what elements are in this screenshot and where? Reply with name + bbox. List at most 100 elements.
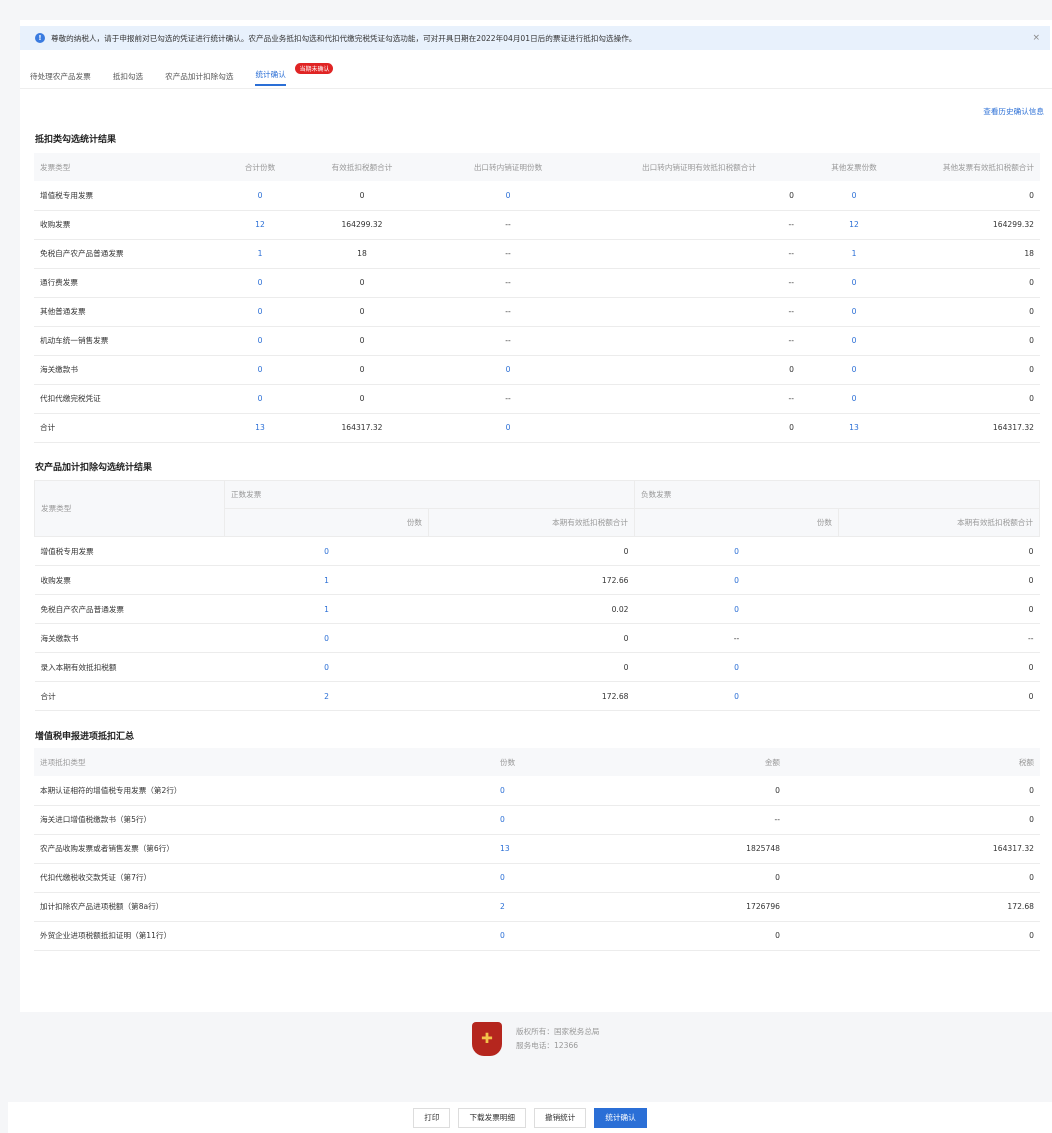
table-cell: 0 xyxy=(728,921,786,951)
table-cell[interactable]: 0 xyxy=(800,181,908,211)
tax-bureau-logo-icon: ✚ xyxy=(472,1022,502,1056)
table-cell: 0.02 xyxy=(428,594,635,624)
table-cell: 0 xyxy=(306,268,418,298)
table-cell[interactable]: 0 xyxy=(800,326,908,356)
table-cell[interactable]: 0 xyxy=(634,536,839,566)
table-cell: 增值税专用发票 xyxy=(34,181,214,211)
table-cell: 海关缴款书 xyxy=(34,355,214,385)
col-header: 份数 xyxy=(224,508,429,537)
table-cell[interactable]: 1 xyxy=(224,594,429,624)
table-cell[interactable]: 13 xyxy=(800,413,908,443)
table-cell[interactable]: 2 xyxy=(224,681,429,711)
table-cell: 0 xyxy=(838,681,1040,711)
table-cell: 其他普通发票 xyxy=(34,297,214,327)
tab-stat-confirm[interactable]: 统计确认 当期未确认 xyxy=(255,63,334,86)
table-cell[interactable]: 1 xyxy=(214,239,306,269)
table-cell[interactable]: 13 xyxy=(494,834,728,864)
table-cell[interactable]: 1 xyxy=(800,239,908,269)
tab-deduction-select[interactable]: 抵扣勾选 xyxy=(113,71,143,86)
table-cell[interactable]: 0 xyxy=(214,297,306,327)
revoke-stat-button[interactable]: 撤销统计 xyxy=(534,1107,587,1128)
table-cell[interactable]: 0 xyxy=(214,181,306,211)
table-cell[interactable]: 0 xyxy=(494,776,728,806)
table-cell: 0 xyxy=(306,326,418,356)
table-row: 本期认证相符的增值税专用发票（第2行） 0 0 0 xyxy=(34,776,1040,806)
table-cell: 0 xyxy=(908,297,1040,327)
table-cell: 0 xyxy=(908,181,1040,211)
table-cell[interactable]: 0 xyxy=(634,565,839,595)
agri-table: 发票类型 正数发票 负数发票 份数 本期有效抵扣税额合计 份数 本期有效抵扣税额… xyxy=(34,480,1040,711)
table-cell[interactable]: 0 xyxy=(214,326,306,356)
table-cell[interactable]: 0 xyxy=(634,652,839,682)
table-cell: 0 xyxy=(598,181,800,211)
table-cell[interactable]: 1 xyxy=(224,565,429,595)
table-cell: 0 xyxy=(306,181,418,211)
table-cell[interactable]: 0 xyxy=(800,384,908,414)
table-cell[interactable]: 0 xyxy=(224,623,429,653)
table-cell[interactable]: 0 xyxy=(418,355,598,385)
table-cell[interactable]: 0 xyxy=(800,297,908,327)
table-cell: 农产品收购发票或者销售发票（第6行） xyxy=(34,834,494,864)
table-cell: 0 xyxy=(786,863,1040,893)
table-cell[interactable]: 0 xyxy=(634,681,839,711)
table-cell[interactable]: 0 xyxy=(418,413,598,443)
table-cell[interactable]: 0 xyxy=(634,594,839,624)
table-cell: -- xyxy=(598,297,800,327)
table-cell[interactable]: 0 xyxy=(214,384,306,414)
download-details-button[interactable]: 下载发票明细 xyxy=(458,1107,526,1128)
print-button[interactable]: 打印 xyxy=(413,1107,451,1128)
table-cell: 0 xyxy=(908,268,1040,298)
table-cell[interactable]: 0 xyxy=(418,181,598,211)
tab-agri-extra-deduction[interactable]: 农产品加计扣除勾选 xyxy=(165,71,233,86)
table-cell[interactable]: 0 xyxy=(224,652,429,682)
table-cell[interactable]: 0 xyxy=(214,268,306,298)
table-row: 合计 2 172.68 0 0 xyxy=(34,681,1040,711)
table-cell[interactable]: 0 xyxy=(800,268,908,298)
table-cell[interactable]: 0 xyxy=(494,863,728,893)
table-row: 增值税专用发票 0 0 0 0 0 0 xyxy=(34,181,1040,211)
table-cell: 172.68 xyxy=(786,892,1040,922)
table-cell[interactable]: 0 xyxy=(224,536,429,566)
table-cell[interactable]: 12 xyxy=(214,210,306,240)
table-row: 海关进口增值税缴款书（第5行） 0 -- 0 xyxy=(34,805,1040,835)
table-cell[interactable]: 0 xyxy=(494,921,728,951)
table-cell: -- xyxy=(418,239,598,269)
table-row: 免税自产农产品普通发票 1 0.02 0 0 xyxy=(34,594,1040,624)
table-cell: 合计 xyxy=(34,681,225,711)
table-cell: 海关进口增值税缴款书（第5行） xyxy=(34,805,494,835)
table-cell[interactable]: 13 xyxy=(214,413,306,443)
table-cell[interactable]: 12 xyxy=(800,210,908,240)
table-cell: 164317.32 xyxy=(786,834,1040,864)
table-cell: 0 xyxy=(428,652,635,682)
table-cell: -- xyxy=(598,239,800,269)
table-cell: 0 xyxy=(728,863,786,893)
table-cell: 0 xyxy=(306,297,418,327)
table-cell[interactable]: 0 xyxy=(800,355,908,385)
table-row: 外贸企业进项税额抵扣证明（第11行） 0 0 0 xyxy=(34,921,1040,951)
confirm-stat-button[interactable]: 统计确认 xyxy=(594,1107,647,1128)
close-icon[interactable]: × xyxy=(1032,33,1040,43)
tab-pending-agri-invoices[interactable]: 待处理农产品发票 xyxy=(30,71,91,86)
table-cell: 免税自产农产品普通发票 xyxy=(34,594,225,624)
col-header: 税额 xyxy=(786,748,1040,776)
col-header: 有效抵扣税额合计 xyxy=(306,153,418,181)
table-row: 收购发票 12 164299.32 -- -- 12 164299.32 xyxy=(34,210,1040,240)
table-cell[interactable]: 0 xyxy=(494,805,728,835)
table-cell[interactable]: 0 xyxy=(214,355,306,385)
col-header: 其他发票有效抵扣税额合计 xyxy=(908,153,1040,181)
table-cell: 通行费发票 xyxy=(34,268,214,298)
table-cell: 18 xyxy=(908,239,1040,269)
table-cell: 加计扣除农产品进项税额（第8a行） xyxy=(34,892,494,922)
table-row: 海关缴款书 0 0 -- -- xyxy=(34,623,1040,653)
col-header: 发票类型 xyxy=(34,480,225,537)
table-cell[interactable]: 2 xyxy=(494,892,728,922)
table-cell: -- xyxy=(838,623,1040,653)
table-row: 代扣代缴税收交款凭证（第7行） 0 0 0 xyxy=(34,863,1040,893)
table-cell: 164317.32 xyxy=(908,413,1040,443)
table-cell: 0 xyxy=(786,805,1040,835)
table-cell: 录入本期有效抵扣税额 xyxy=(34,652,225,682)
history-link[interactable]: 查看历史确认信息 xyxy=(983,106,1044,117)
table-cell: 外贸企业进项税额抵扣证明（第11行） xyxy=(34,921,494,951)
table-row: 合计 13 164317.32 0 0 13 164317.32 xyxy=(34,413,1040,443)
table-cell: 1825748 xyxy=(728,834,786,864)
